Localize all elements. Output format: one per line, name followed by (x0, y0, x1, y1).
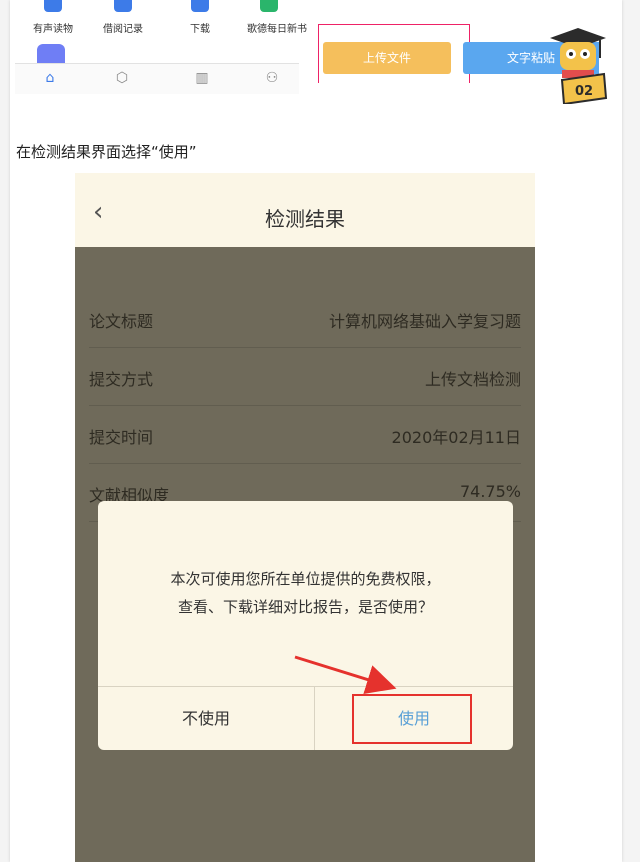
download-icon (191, 0, 209, 12)
bottom-tab-bar: ⌂ ⬡ ▥ ⚇ (15, 63, 299, 94)
grid-item-label[interactable]: 有声读物 (18, 20, 88, 35)
discover-icon[interactable]: ⬡ (113, 69, 131, 87)
upload-file-button[interactable]: 上传文件 (323, 42, 451, 74)
library-icon[interactable]: ▥ (193, 69, 211, 87)
step-caption: 在检测结果界面选择“使用” (16, 143, 197, 161)
grid-item-label[interactable]: 下载 (165, 20, 235, 35)
grid-item-label[interactable]: 借阅记录 (88, 20, 158, 35)
audiobook-icon (44, 0, 62, 12)
badge-number: 02 (575, 84, 593, 99)
books-icon (260, 0, 278, 12)
home-icon[interactable]: ⌂ (41, 69, 59, 87)
graduate-badge-icon: 02 (550, 28, 608, 104)
grid-item-label[interactable]: 歌德每日新书 (237, 20, 317, 35)
profile-icon[interactable]: ⚇ (263, 69, 281, 87)
pointer-arrow-icon (294, 655, 397, 694)
borrow-icon (114, 0, 132, 12)
app-grid-icon (37, 44, 65, 64)
phone-screenshot: ‹ 检测结果 论文标题 计算机网络基础入学复习题 提交方式 上传文档检测 提交时… (75, 173, 535, 862)
app-screenshot-strip: 有声读物 借阅记录 下载 歌德每日新书 ⌂ ⬡ ▥ ⚇ (15, 0, 307, 104)
